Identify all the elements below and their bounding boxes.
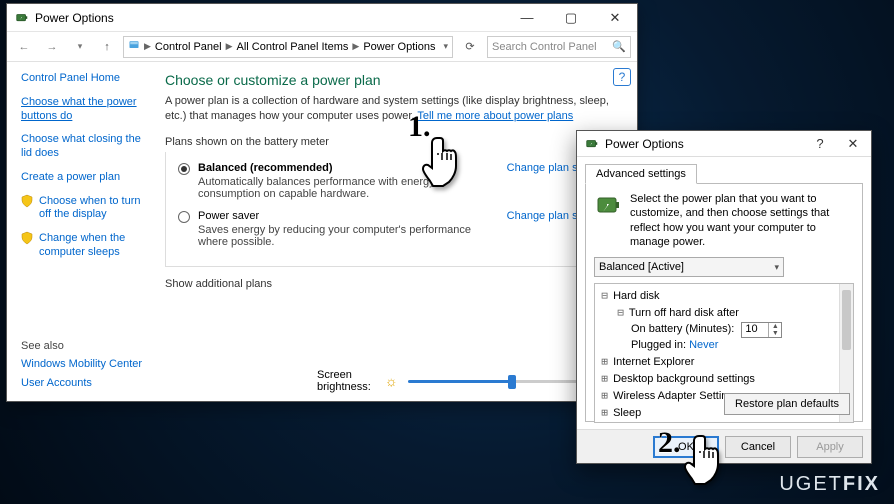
slider-thumb[interactable] xyxy=(508,375,516,389)
ok-button[interactable]: OK xyxy=(653,436,719,458)
battery-icon xyxy=(594,192,622,220)
on-battery-minutes-input[interactable]: 10 ▲▼ xyxy=(741,322,782,338)
titlebar: Power Options — ▢ ✕ xyxy=(7,4,637,32)
shield-icon xyxy=(21,232,33,244)
close-button[interactable]: ✕ xyxy=(835,131,871,156)
breadcrumb-l1[interactable]: Control Panel xyxy=(155,41,222,53)
apply-button[interactable]: Apply xyxy=(797,436,863,458)
tree-plugged-in-value[interactable]: Never xyxy=(689,339,718,351)
sidebar-power-buttons[interactable]: Choose what the power buttons do xyxy=(21,96,147,124)
sidebar-create-plan[interactable]: Create a power plan xyxy=(21,171,147,185)
plan-balanced-name: Balanced (recommended) xyxy=(198,162,499,174)
tab-advanced-settings[interactable]: Advanced settings xyxy=(585,164,697,184)
brightness-label: Screen brightness: xyxy=(317,369,375,393)
tabstrip: Advanced settings xyxy=(585,163,863,184)
navbar: ← → ▾ ↑ ▶ Control Panel ▶ All Control Pa… xyxy=(7,32,637,62)
tree-sleep[interactable]: Sleep xyxy=(613,407,641,419)
breadcrumb-l2[interactable]: All Control Panel Items xyxy=(237,41,349,53)
chevron-right-icon: ▶ xyxy=(144,41,151,52)
sidebar-sleep[interactable]: Change when the computer sleeps xyxy=(39,232,147,260)
nav-up-button[interactable]: ↑ xyxy=(97,37,117,57)
plan-select-dropdown[interactable]: Balanced [Active] ▾ xyxy=(594,257,784,277)
power-options-advanced-dialog: Power Options ? ✕ Advanced settings Sele… xyxy=(576,130,872,464)
window-title: Power Options xyxy=(35,11,114,25)
tree-turn-off-after[interactable]: Turn off hard disk after xyxy=(629,307,739,319)
maximize-button[interactable]: ▢ xyxy=(549,4,593,31)
help-button[interactable]: ? xyxy=(613,68,631,86)
sidebar-close-lid[interactable]: Choose what closing the lid does xyxy=(21,133,147,161)
plan-saver-desc: Saves energy by reducing your computer's… xyxy=(198,224,499,248)
watermark: UGETFIX xyxy=(779,473,880,496)
tree-plugged-in-label: Plugged in: xyxy=(631,339,686,351)
dialog-description: Select the power plan that you want to c… xyxy=(630,192,854,249)
tree-hard-disk[interactable]: Hard disk xyxy=(613,290,659,302)
minimize-button[interactable]: — xyxy=(505,4,549,31)
plan-select-value: Balanced [Active] xyxy=(599,261,684,273)
see-also-header: See also xyxy=(21,340,147,352)
plan-list: Balanced (recommended) Automatically bal… xyxy=(165,152,621,267)
power-options-icon xyxy=(585,137,599,151)
radio-power-saver[interactable] xyxy=(178,211,190,223)
chevron-down-icon[interactable]: ▾ xyxy=(443,41,448,52)
plan-balanced-desc: Automatically balances performance with … xyxy=(198,176,499,200)
sidebar: Control Panel Home Choose what the power… xyxy=(7,62,157,401)
nav-back-button[interactable]: ← xyxy=(13,36,35,58)
spin-up-icon[interactable]: ▲ xyxy=(769,323,781,330)
search-placeholder: Search Control Panel xyxy=(492,41,597,53)
breadcrumb-l3[interactable]: Power Options xyxy=(363,41,435,53)
chevron-right-icon: ▶ xyxy=(352,41,359,52)
content-title: Choose or customize a power plan xyxy=(165,72,621,88)
tree-desktop-bg[interactable]: Desktop background settings xyxy=(613,373,755,385)
dialog-title: Power Options xyxy=(605,137,684,151)
content-description: A power plan is a collection of hardware… xyxy=(165,94,621,124)
scrollbar-thumb[interactable] xyxy=(842,290,851,350)
radio-balanced[interactable] xyxy=(178,163,190,175)
brightness-slider[interactable] xyxy=(408,380,598,383)
sidebar-home[interactable]: Control Panel Home xyxy=(21,72,147,86)
power-options-icon xyxy=(15,11,29,25)
tree-on-battery-label: On battery (Minutes): xyxy=(631,323,734,335)
tree-wifi[interactable]: Wireless Adapter Settings xyxy=(613,390,739,402)
search-icon: 🔍 xyxy=(612,40,626,53)
content-area: ? Choose or customize a power plan A pow… xyxy=(157,62,637,401)
sidebar-turn-off-display[interactable]: Choose when to turn off the display xyxy=(39,195,147,223)
shield-icon xyxy=(21,195,33,207)
nav-forward-button[interactable]: → xyxy=(41,36,63,58)
spin-down-icon[interactable]: ▼ xyxy=(769,330,781,337)
see-also-mobility[interactable]: Windows Mobility Center xyxy=(21,358,147,372)
plans-section-label: Plans shown on the battery meter xyxy=(165,136,621,148)
search-input[interactable]: Search Control Panel 🔍 xyxy=(487,36,631,58)
dialog-button-row: OK Cancel Apply xyxy=(577,429,871,463)
nav-history-button[interactable]: ▾ xyxy=(69,36,91,58)
see-also: See also Windows Mobility Center User Ac… xyxy=(21,340,147,392)
control-panel-window: Power Options — ▢ ✕ ← → ▾ ↑ ▶ Control Pa… xyxy=(6,3,638,402)
sun-dim-icon: ☼ xyxy=(385,373,398,389)
learn-more-link[interactable]: Tell me more about power plans xyxy=(417,110,573,122)
cancel-button[interactable]: Cancel xyxy=(725,436,791,458)
help-button[interactable]: ? xyxy=(805,131,835,156)
chevron-right-icon: ▶ xyxy=(226,41,233,52)
restore-plan-defaults-button[interactable]: Restore plan defaults xyxy=(724,393,850,415)
refresh-button[interactable]: ⟳ xyxy=(459,36,481,58)
see-also-users[interactable]: User Accounts xyxy=(21,377,147,391)
show-additional-plans[interactable]: Show additional plans ⌄ xyxy=(165,275,621,293)
tree-ie[interactable]: Internet Explorer xyxy=(613,356,694,368)
breadcrumb[interactable]: ▶ Control Panel ▶ All Control Panel Item… xyxy=(123,36,453,58)
chevron-down-icon: ▾ xyxy=(774,262,779,273)
plan-saver-name: Power saver xyxy=(198,210,499,222)
close-button[interactable]: ✕ xyxy=(593,4,637,31)
breadcrumb-icon xyxy=(128,39,140,54)
